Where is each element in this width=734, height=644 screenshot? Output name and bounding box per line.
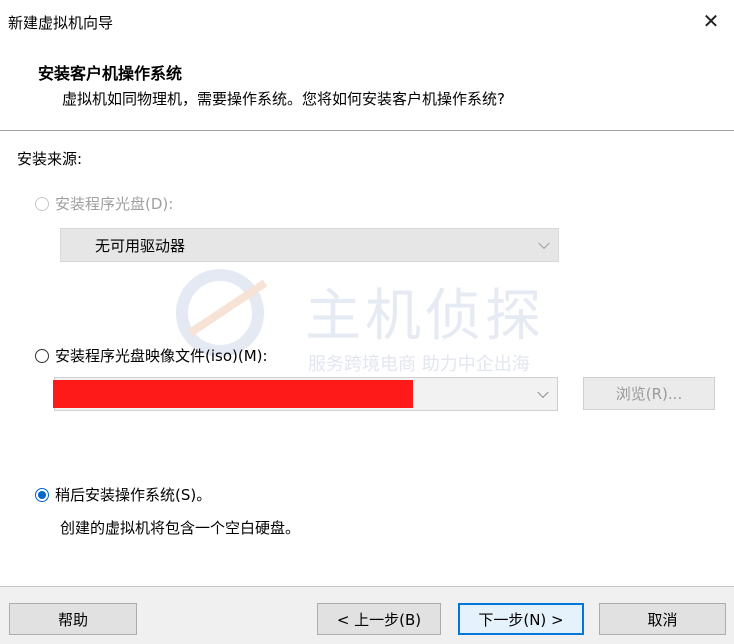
close-button[interactable]: ✕ — [696, 6, 726, 36]
drive-select-value: 无可用驱动器 — [95, 236, 186, 255]
disc-radio — [35, 196, 49, 211]
wizard-content: 主机侦探 服务跨境电商 助力中企出海 安装来源: 安装程序光盘(D): 无可用驱… — [0, 131, 734, 586]
iso-radio[interactable] — [35, 348, 49, 363]
disc-radio-label: 安装程序光盘(D): — [55, 195, 174, 213]
back-button[interactable]: < 上一步(B) — [317, 603, 441, 635]
watermark-subtext: 服务跨境电商 助力中企出海 — [308, 354, 530, 375]
page-title: 安装客户机操作系统 — [38, 64, 183, 83]
wizard-header: 安装客户机操作系统 虚拟机如同物理机，需要操作系统。您将如何安装客户机操作系统? — [0, 42, 734, 127]
iso-radio-label: 安装程序光盘映像文件(iso)(M): — [55, 347, 268, 365]
disc-option: 安装程序光盘(D): — [35, 193, 173, 214]
later-description: 创建的虚拟机将包含一个空白硬盘。 — [60, 519, 301, 537]
iso-path-combobox[interactable] — [53, 377, 558, 411]
window-title: 新建虚拟机向导 — [8, 14, 114, 32]
chevron-down-icon — [538, 237, 550, 250]
watermark-text: 主机侦探 — [305, 284, 545, 349]
redacted-path — [53, 380, 413, 408]
browse-button[interactable]: 浏览(R)... — [583, 377, 715, 410]
next-button[interactable]: 下一步(N) > — [458, 603, 584, 635]
iso-option[interactable]: 安装程序光盘映像文件(iso)(M): — [35, 345, 268, 366]
help-button[interactable]: 帮助 — [9, 603, 137, 635]
later-radio[interactable] — [35, 487, 49, 502]
page-description: 虚拟机如同物理机，需要操作系统。您将如何安装客户机操作系统? — [62, 90, 505, 108]
close-icon: ✕ — [702, 9, 720, 33]
wizard-footer: 帮助 < 上一步(B) 下一步(N) > 取消 — [0, 587, 734, 644]
new-vm-wizard-window: 新建虚拟机向导 ✕ 安装客户机操作系统 虚拟机如同物理机，需要操作系统。您将如何… — [0, 0, 734, 644]
drive-select: 无可用驱动器 — [60, 228, 559, 262]
later-option[interactable]: 稍后安装操作系统(S)。 — [35, 484, 211, 505]
cancel-button[interactable]: 取消 — [599, 603, 726, 635]
install-source-label: 安装来源: — [17, 150, 83, 168]
title-bar: 新建虚拟机向导 ✕ — [0, 0, 734, 42]
later-radio-label: 稍后安装操作系统(S)。 — [55, 486, 212, 504]
chevron-down-icon[interactable] — [537, 386, 549, 399]
